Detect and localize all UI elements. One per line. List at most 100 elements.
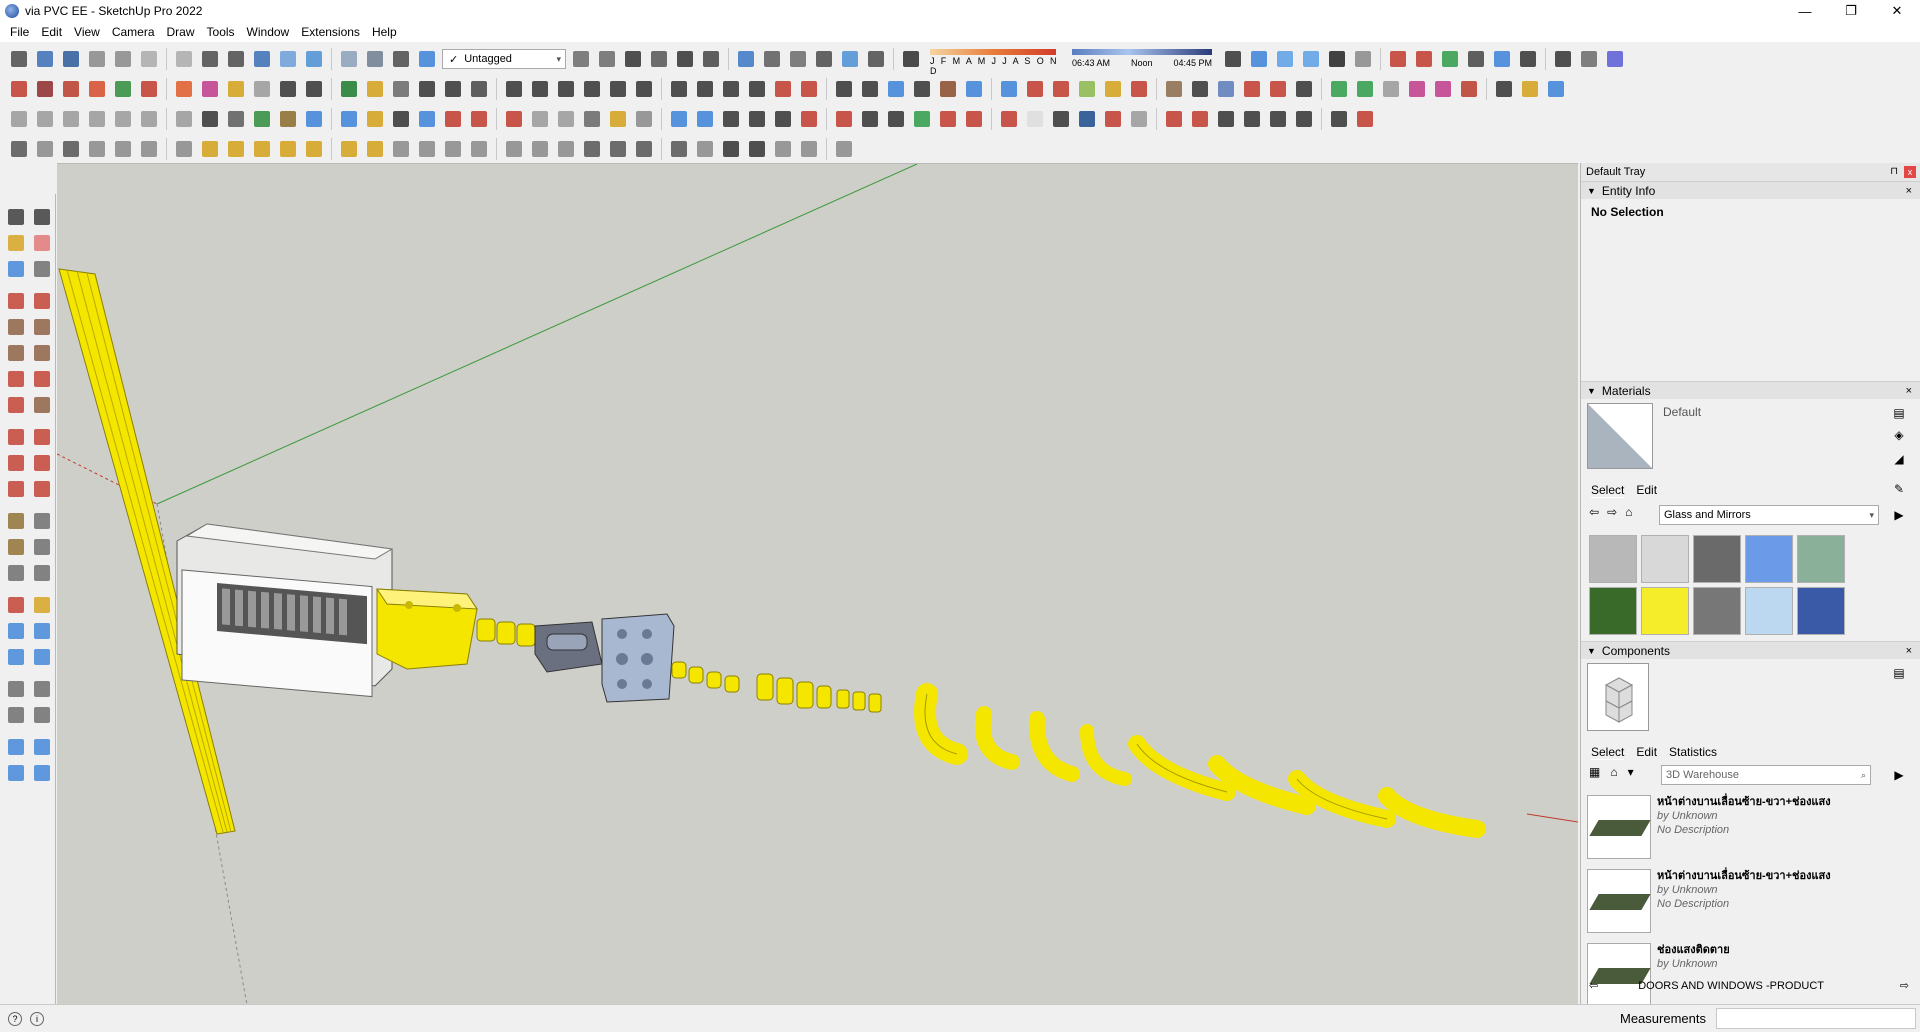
sandbox-tool-icon-15[interactable] — [390, 138, 412, 160]
sandbox-tool-icon-21[interactable] — [555, 138, 577, 160]
large-tool-icon-39[interactable] — [5, 736, 27, 758]
edit-tool-icon-45[interactable] — [1215, 108, 1237, 130]
plugin-tool-icon-44[interactable] — [1189, 78, 1211, 100]
edit-tool-icon-16[interactable] — [416, 108, 438, 130]
large-tool-icon-7[interactable] — [5, 290, 27, 312]
edit-tool-icon-14[interactable] — [364, 108, 386, 130]
large-tool-icon-34[interactable] — [31, 646, 53, 668]
edit-tool-icon-47[interactable] — [1267, 108, 1289, 130]
plugin-tool-icon-9[interactable] — [225, 78, 247, 100]
views-tool-icon-11[interactable] — [839, 48, 861, 70]
edit-tool-icon-12[interactable] — [303, 108, 325, 130]
standard-tool-icon-5[interactable] — [112, 48, 134, 70]
material-swatch[interactable] — [1745, 587, 1793, 635]
material-swatch[interactable] — [1745, 535, 1793, 583]
edit-tool-icon-35[interactable] — [937, 108, 959, 130]
plugin-tool-icon-11[interactable] — [277, 78, 299, 100]
extension-tool-icon-13[interactable] — [1552, 48, 1574, 70]
display-secondary-pane-icon[interactable]: ▤ — [1891, 665, 1907, 681]
create-material-icon[interactable]: ◈ — [1891, 427, 1907, 443]
shadow-time-slider[interactable]: 06:43 AM Noon 04:45 PM — [1070, 47, 1218, 71]
material-swatch[interactable] — [1693, 535, 1741, 583]
large-tool-icon-26[interactable] — [31, 536, 53, 558]
extension-tool-icon-9[interactable] — [1439, 48, 1461, 70]
component-name[interactable]: ช่องแสงติดตาย — [1657, 943, 1730, 957]
views-tool-icon-13[interactable] — [900, 48, 922, 70]
standard-tool-icon-2[interactable] — [34, 48, 56, 70]
views-tool-icon-2[interactable] — [596, 48, 618, 70]
large-tool-icon-12[interactable] — [31, 342, 53, 364]
sandbox-tool-icon-16[interactable] — [416, 138, 438, 160]
plugin-tool-icon-19[interactable] — [503, 78, 525, 100]
standard-tool-icon-6[interactable] — [138, 48, 160, 70]
plugin-tool-icon-24[interactable] — [633, 78, 655, 100]
large-tool-icon-14[interactable] — [31, 368, 53, 390]
edit-tool-icon-18[interactable] — [468, 108, 490, 130]
plugin-tool-icon-51[interactable] — [1380, 78, 1402, 100]
time-slider-track[interactable] — [1072, 49, 1212, 55]
large-tool-icon-35[interactable] — [5, 678, 27, 700]
entity-info-header[interactable]: ▼ Entity Info × — [1581, 181, 1920, 199]
plugin-tool-icon-33[interactable] — [885, 78, 907, 100]
edit-tool-icon-31[interactable] — [833, 108, 855, 130]
plugin-tool-icon-49[interactable] — [1328, 78, 1350, 100]
large-tool-icon-21[interactable] — [5, 478, 27, 500]
standard-tool-icon-14[interactable] — [364, 48, 386, 70]
details-arrow-icon[interactable]: ▶ — [1891, 507, 1907, 523]
edit-tool-icon-30[interactable] — [798, 108, 820, 130]
large-tool-icon-15[interactable] — [5, 394, 27, 416]
plugin-tool-icon-8[interactable] — [199, 78, 221, 100]
sandbox-tool-icon-6[interactable] — [138, 138, 160, 160]
sandbox-tool-icon-27[interactable] — [720, 138, 742, 160]
edit-tool-icon-50[interactable] — [1354, 108, 1376, 130]
edit-tool-icon-21[interactable] — [555, 108, 577, 130]
large-tool-icon-25[interactable] — [5, 536, 27, 558]
edit-tool-icon-29[interactable] — [772, 108, 794, 130]
plugin-tool-icon-31[interactable] — [833, 78, 855, 100]
large-tool-icon-19[interactable] — [5, 452, 27, 474]
large-tool-icon-33[interactable] — [5, 646, 27, 668]
standard-tool-icon-15[interactable] — [390, 48, 412, 70]
sandbox-tool-icon-11[interactable] — [277, 138, 299, 160]
navigation-dropdown-icon[interactable]: ▾ — [1628, 765, 1634, 779]
sandbox-tool-icon-8[interactable] — [199, 138, 221, 160]
plugin-tool-icon-3[interactable] — [60, 78, 82, 100]
home-icon[interactable]: ⌂ — [1610, 765, 1617, 779]
plugin-tool-icon-47[interactable] — [1267, 78, 1289, 100]
sandbox-tool-icon-10[interactable] — [251, 138, 273, 160]
large-tool-icon-23[interactable] — [5, 510, 27, 532]
material-swatch[interactable] — [1641, 535, 1689, 583]
edit-tool-icon-7[interactable] — [173, 108, 195, 130]
edit-tool-icon-20[interactable] — [529, 108, 551, 130]
material-swatch[interactable] — [1693, 587, 1741, 635]
edit-tool-icon-24[interactable] — [633, 108, 655, 130]
sandbox-tool-icon-26[interactable] — [694, 138, 716, 160]
views-tool-icon-7[interactable] — [735, 48, 757, 70]
components-tab-select[interactable]: Select — [1591, 745, 1625, 760]
sandbox-tool-icon-7[interactable] — [173, 138, 195, 160]
edit-tool-icon-23[interactable] — [607, 108, 629, 130]
plugin-tool-icon-52[interactable] — [1406, 78, 1428, 100]
sandbox-tool-icon-25[interactable] — [668, 138, 690, 160]
sandbox-tool-icon-22[interactable] — [581, 138, 603, 160]
sandbox-tool-icon-17[interactable] — [442, 138, 464, 160]
plugin-tool-icon-29[interactable] — [772, 78, 794, 100]
minimize-button[interactable]: — — [1782, 0, 1828, 22]
menu-extensions[interactable]: Extensions — [295, 25, 366, 39]
extension-tool-icon-4[interactable] — [1300, 48, 1322, 70]
large-tool-icon-6[interactable] — [31, 258, 53, 280]
component-name[interactable]: หน้าต่างบานเลื่อนซ้าย-ขวา+ช่องแสง — [1657, 869, 1831, 883]
edit-tool-icon-6[interactable] — [138, 108, 160, 130]
edit-tool-icon-17[interactable] — [442, 108, 464, 130]
edit-tool-icon-38[interactable] — [1024, 108, 1046, 130]
materials-tab-edit[interactable]: Edit — [1636, 483, 1657, 498]
plugin-tool-icon-23[interactable] — [607, 78, 629, 100]
extension-tool-icon-1[interactable] — [1222, 48, 1244, 70]
large-tool-icon-28[interactable] — [31, 562, 53, 584]
material-name-field[interactable]: Default — [1659, 405, 1889, 423]
components-tab-statistics[interactable]: Statistics — [1669, 745, 1717, 760]
edit-tool-icon-40[interactable] — [1076, 108, 1098, 130]
views-tool-icon-12[interactable] — [865, 48, 887, 70]
sandbox-tool-icon-18[interactable] — [468, 138, 490, 160]
edit-tool-icon-32[interactable] — [859, 108, 881, 130]
